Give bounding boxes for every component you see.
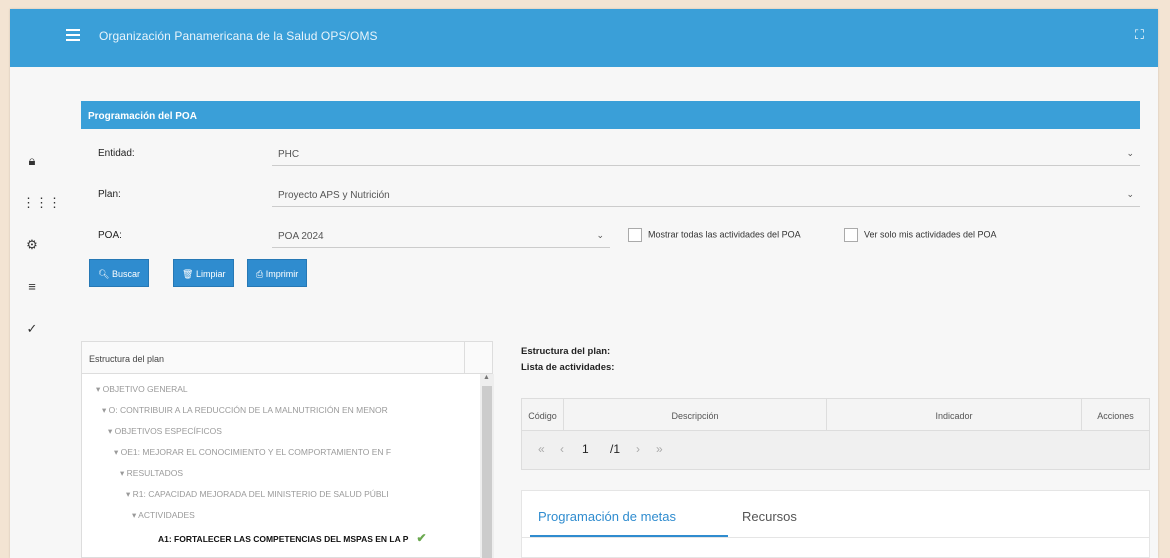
app-window: Organización Panamericana de la Salud OP… (10, 9, 1158, 558)
tab-strip: Programación de metas Recursos (521, 490, 1150, 558)
structure-label: Estructura del plan: (521, 346, 611, 357)
print-button[interactable]: ⎙ Imprimir (247, 259, 308, 287)
col-descripcion[interactable]: Descripción (564, 399, 827, 430)
next-page-button[interactable]: › (636, 442, 640, 456)
poa-label: POA: (98, 230, 122, 241)
list-filter-icon[interactable]: ≡ (22, 277, 42, 297)
col-indicador[interactable]: Indicador (827, 399, 1082, 430)
show-all-label: Mostrar todas las actividades del POA (648, 229, 801, 240)
plan-tree-panel: Estructura del plan ▾ OBJETIVO GENERAL ▾… (81, 341, 494, 558)
checkbox-box[interactable] (628, 228, 642, 242)
grid-icon[interactable]: ⋮⋮⋮ (22, 193, 61, 213)
poa-value: POA 2024 (278, 231, 324, 242)
entidad-select[interactable]: PHC ⌄ (272, 142, 1140, 166)
poa-select[interactable]: POA 2024 ⌄ (272, 224, 610, 248)
plan-value: Proyecto APS y Nutrición (278, 190, 390, 201)
prev-page-button[interactable]: ‹ (560, 442, 564, 456)
hamburger-menu-icon[interactable] (66, 29, 80, 41)
col-codigo[interactable]: Código (522, 399, 564, 430)
tree-header-label: Estructura del plan (89, 354, 165, 364)
first-page-button[interactable]: « (538, 442, 545, 456)
fullscreen-icon[interactable]: ⛶ (1135, 27, 1144, 43)
search-button[interactable]: 🔍︎ Buscar (89, 259, 149, 287)
active-tab-indicator (530, 535, 728, 537)
sidebar: 🔒︎ ⋮⋮⋮ ⚙ ≡ ✓ (10, 67, 61, 558)
lock-icon[interactable]: 🔒︎ (22, 151, 42, 171)
tree-scrollbar[interactable]: ▲ (480, 374, 494, 558)
tree-body: ▾ OBJETIVO GENERAL ▾ O: CONTRIBUIR A LA … (82, 374, 494, 558)
clear-button[interactable]: 🗑︎ Limpiar (173, 259, 235, 287)
activities-label: Lista de actividades: (521, 362, 615, 373)
tab-programacion-metas[interactable]: Programación de metas (538, 509, 676, 524)
grid-header: Código Descripción Indicador Acciones (522, 399, 1149, 431)
entidad-label: Entidad: (98, 148, 135, 159)
col-acciones[interactable]: Acciones (1082, 399, 1149, 430)
tree-node[interactable]: ▾ R1: CAPACIDAD MEJORADA DEL MINISTERIO … (126, 489, 466, 500)
tree-node[interactable]: ▾ RESULTADOS (120, 468, 466, 479)
tree-node[interactable]: ▾ OE1: MEJORAR EL CONOCIMIENTO Y EL COMP… (114, 447, 466, 458)
tree-node[interactable]: ▾ ACTIVIDADES (132, 510, 466, 521)
chevron-down-icon: ⌄ (1126, 148, 1134, 158)
checkbox-box[interactable] (844, 228, 858, 242)
activities-grid: Código Descripción Indicador Acciones « … (521, 398, 1150, 470)
grid-pager: « ‹ 1 /1 › » (522, 431, 1149, 469)
plan-select[interactable]: Proyecto APS y Nutrición ⌄ (272, 183, 1140, 207)
app-title: Organización Panamericana de la Salud OP… (99, 29, 378, 43)
trash-icon: 🗑︎ (182, 269, 196, 279)
top-bar: Organización Panamericana de la Salud OP… (10, 9, 1158, 67)
print-icon: ⎙ (256, 269, 266, 279)
tree-node[interactable]: ▾ OBJETIVO GENERAL (96, 384, 456, 395)
chevron-down-icon: ⌄ (596, 230, 604, 240)
total-pages: /1 (610, 442, 621, 456)
show-mine-checkbox[interactable]: Ver solo mis actividades del POA (844, 228, 997, 242)
panel-title: Programación del POA (81, 101, 1140, 129)
tab-recursos[interactable]: Recursos (742, 509, 797, 524)
current-page[interactable]: 1 (582, 442, 589, 456)
search-icon: 🔍︎ (98, 269, 112, 279)
show-mine-label: Ver solo mis actividades del POA (864, 229, 997, 240)
tree-node-selected[interactable]: A1: FORTALECER LAS COMPETENCIAS DEL MSPA… (158, 531, 478, 545)
gear-icon[interactable]: ⚙ (22, 235, 42, 255)
last-page-button[interactable]: » (656, 442, 663, 456)
tree-node[interactable]: ▾ O: CONTRIBUIR A LA REDUCCIÓN DE LA MAL… (102, 405, 462, 416)
check-icon: ✔ (416, 531, 427, 545)
scroll-thumb[interactable] (482, 386, 492, 558)
check-icon[interactable]: ✓ (22, 319, 42, 339)
show-all-checkbox[interactable]: Mostrar todas las actividades del POA (628, 228, 801, 242)
tree-node[interactable]: ▾ OBJETIVOS ESPECÍFICOS (108, 426, 462, 437)
scroll-up-icon[interactable]: ▲ (483, 374, 490, 381)
plan-label: Plan: (98, 189, 121, 200)
entidad-value: PHC (278, 149, 300, 160)
tree-header: Estructura del plan (82, 342, 492, 374)
chevron-down-icon: ⌄ (1126, 189, 1134, 199)
